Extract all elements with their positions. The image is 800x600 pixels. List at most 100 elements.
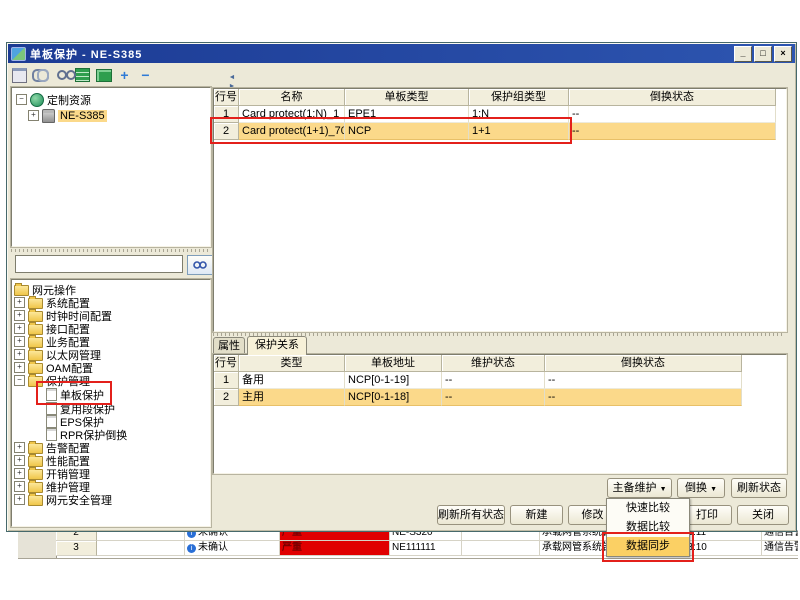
create-button[interactable]: 新建 bbox=[510, 505, 563, 525]
expand-box-icon[interactable]: + bbox=[14, 349, 25, 360]
tab-protection-relation[interactable]: 保护关系 bbox=[247, 336, 307, 355]
ne-server-icon bbox=[42, 109, 55, 123]
board-table-panel: 行号 名称 单板类型 保护组类型 倒换状态 1 Card protect(1:N… bbox=[213, 88, 787, 332]
cell-maintain-status: -- bbox=[442, 389, 545, 406]
cell-board-address: NCP[0-1-18] bbox=[345, 389, 442, 406]
expand-box-icon[interactable]: + bbox=[14, 310, 25, 321]
tree-node-security-mgmt[interactable]: + 网元安全管理 bbox=[14, 492, 112, 507]
expand-box-icon[interactable]: + bbox=[14, 468, 25, 479]
menu-item-data-compare[interactable]: 数据比较 bbox=[607, 518, 689, 537]
document-icon bbox=[46, 388, 57, 401]
window-controls: _ □ × bbox=[734, 46, 795, 62]
alarm-type: 通信告警 bbox=[762, 541, 798, 556]
new-view-icon[interactable] bbox=[11, 67, 28, 83]
expand-box-icon[interactable]: + bbox=[14, 362, 25, 373]
menu-item-quick-compare[interactable]: 快速比较 bbox=[607, 499, 689, 518]
cell-type: 备用 bbox=[239, 372, 345, 389]
refresh-all-button[interactable]: 刷新所有状态 bbox=[437, 505, 505, 525]
table-row[interactable]: 1 Card protect(1:N)_1 EPE1 1:N -- bbox=[214, 106, 776, 123]
chevron-down-icon: ▼ bbox=[710, 486, 717, 493]
column-header[interactable]: 维护状态 bbox=[442, 355, 545, 372]
collapse-left-icon[interactable]: ◄ bbox=[227, 73, 237, 82]
link-icon[interactable] bbox=[32, 67, 49, 83]
alarm-severity: 严重 bbox=[280, 541, 390, 556]
column-header[interactable]: 倒换状态 bbox=[569, 89, 776, 106]
cell-board-type: EPE1 bbox=[345, 106, 469, 123]
operation-tree-panel: 网元操作 + 系统配置 + 时钟时间配置 + 接口配置 + 业务配置 bbox=[11, 279, 211, 527]
menu-item-data-sync[interactable]: 数据同步 bbox=[607, 537, 689, 556]
cell-name: Card protect(1:N)_1 bbox=[239, 106, 345, 123]
alarm-cell-empty bbox=[97, 541, 185, 556]
collapse-box-icon[interactable]: − bbox=[16, 94, 27, 105]
list-icon[interactable] bbox=[74, 67, 91, 83]
expand-box-icon[interactable]: + bbox=[14, 481, 25, 492]
expand-box-icon[interactable]: + bbox=[14, 336, 25, 347]
titlebar[interactable]: 单板保护 - NE-S385 _ □ × bbox=[8, 44, 795, 63]
column-header[interactable]: 行号 bbox=[214, 89, 239, 106]
ms-maintain-button[interactable]: 主备维护 ▼ bbox=[607, 478, 672, 498]
table-row-selected[interactable]: 2 主用 NCP[0-1-18] -- -- bbox=[214, 389, 742, 406]
cell-switch-status: -- bbox=[569, 106, 776, 123]
column-header[interactable]: 单板类型 bbox=[345, 89, 469, 106]
remove-icon[interactable]: − bbox=[137, 67, 154, 83]
column-header[interactable]: 单板地址 bbox=[345, 355, 442, 372]
close-icon[interactable]: × bbox=[774, 46, 792, 62]
binoculars-icon[interactable] bbox=[53, 67, 70, 83]
expand-box-icon[interactable]: + bbox=[14, 442, 25, 453]
cell-switch-status: -- bbox=[545, 389, 742, 406]
column-header[interactable]: 类型 bbox=[239, 355, 345, 372]
column-header[interactable]: 保护组类型 bbox=[469, 89, 569, 106]
search-input[interactable] bbox=[15, 255, 183, 273]
table-row[interactable]: 1 备用 NCP[0-1-19] -- -- bbox=[214, 372, 742, 389]
relation-table-panel: 行号 类型 单板地址 维护状态 倒换状态 1 备用 NCP[0-1-19] --… bbox=[213, 354, 787, 474]
column-header[interactable]: 名称 bbox=[239, 89, 345, 106]
folder-icon bbox=[28, 376, 43, 387]
column-header[interactable]: 倒换状态 bbox=[545, 355, 742, 372]
board-table-header: 行号 名称 单板类型 保护组类型 倒换状态 bbox=[214, 89, 776, 106]
alarm-status: 未确认 bbox=[198, 541, 228, 555]
tree-label[interactable]: 定制资源 bbox=[47, 92, 91, 108]
chevron-down-icon: ▼ bbox=[660, 486, 667, 493]
alarm-row-number: 3 bbox=[56, 541, 97, 556]
resource-tree-panel: − 定制资源 + NE-S385 bbox=[11, 87, 211, 247]
switch-button[interactable]: 倒换 ▼ bbox=[677, 478, 725, 498]
tree-node-ne[interactable]: + NE-S385 bbox=[28, 108, 107, 123]
binoculars-icon bbox=[193, 260, 207, 270]
board-protection-dialog: 单板保护 - NE-S385 _ □ × + − ◄ ► − bbox=[6, 42, 797, 532]
table-row-selected[interactable]: 2 Card protect(1+1)_70400 NCP 1+1 -- bbox=[214, 123, 776, 140]
relation-table-header: 行号 类型 单板地址 维护状态 倒换状态 bbox=[214, 355, 742, 372]
tree-label[interactable]: 网元安全管理 bbox=[46, 492, 112, 508]
minimize-button[interactable]: _ bbox=[734, 46, 752, 62]
expand-box-icon[interactable]: + bbox=[28, 110, 39, 121]
column-header[interactable]: 行号 bbox=[214, 355, 239, 372]
toolbar: + − bbox=[11, 65, 311, 85]
alarm-source: 承载网管系统告警 bbox=[540, 541, 612, 556]
cell-group-type: 1+1 bbox=[469, 123, 569, 140]
cell-name: Card protect(1+1)_70400 bbox=[239, 123, 345, 140]
search-button[interactable] bbox=[187, 255, 213, 275]
cell-board-address: NCP[0-1-19] bbox=[345, 372, 442, 389]
tab-attributes[interactable]: 属性 bbox=[213, 337, 245, 354]
tree-node-custom-resource[interactable]: − 定制资源 bbox=[16, 92, 91, 107]
search-row bbox=[11, 255, 209, 275]
collapse-box-icon[interactable]: − bbox=[14, 375, 25, 386]
refresh-status-button[interactable]: 刷新状态 bbox=[731, 478, 787, 498]
tree-label-selected[interactable]: NE-S385 bbox=[58, 110, 107, 122]
left-splitter[interactable] bbox=[11, 249, 209, 252]
app-icon bbox=[11, 47, 26, 61]
expand-box-icon[interactable]: + bbox=[14, 455, 25, 466]
add-icon[interactable]: + bbox=[116, 67, 133, 83]
info-icon: i bbox=[187, 544, 196, 553]
expand-box-icon[interactable]: + bbox=[14, 297, 25, 308]
board-icon[interactable] bbox=[95, 67, 112, 83]
maximize-button[interactable]: □ bbox=[754, 46, 772, 62]
expand-box-icon[interactable]: + bbox=[14, 494, 25, 505]
cell-board-type: NCP bbox=[345, 123, 469, 140]
window-title: 单板保护 - NE-S385 bbox=[30, 46, 142, 62]
cell-switch-status: -- bbox=[545, 372, 742, 389]
screen: 2 i未确认 严重 NE-S320 承载网管系统告警 2014-10-23 10… bbox=[0, 0, 800, 600]
row-number: 1 bbox=[214, 372, 239, 389]
expand-box-icon[interactable]: + bbox=[14, 323, 25, 334]
close-button[interactable]: 关闭 bbox=[737, 505, 789, 525]
alarm-ne: NE111111 bbox=[390, 541, 462, 556]
